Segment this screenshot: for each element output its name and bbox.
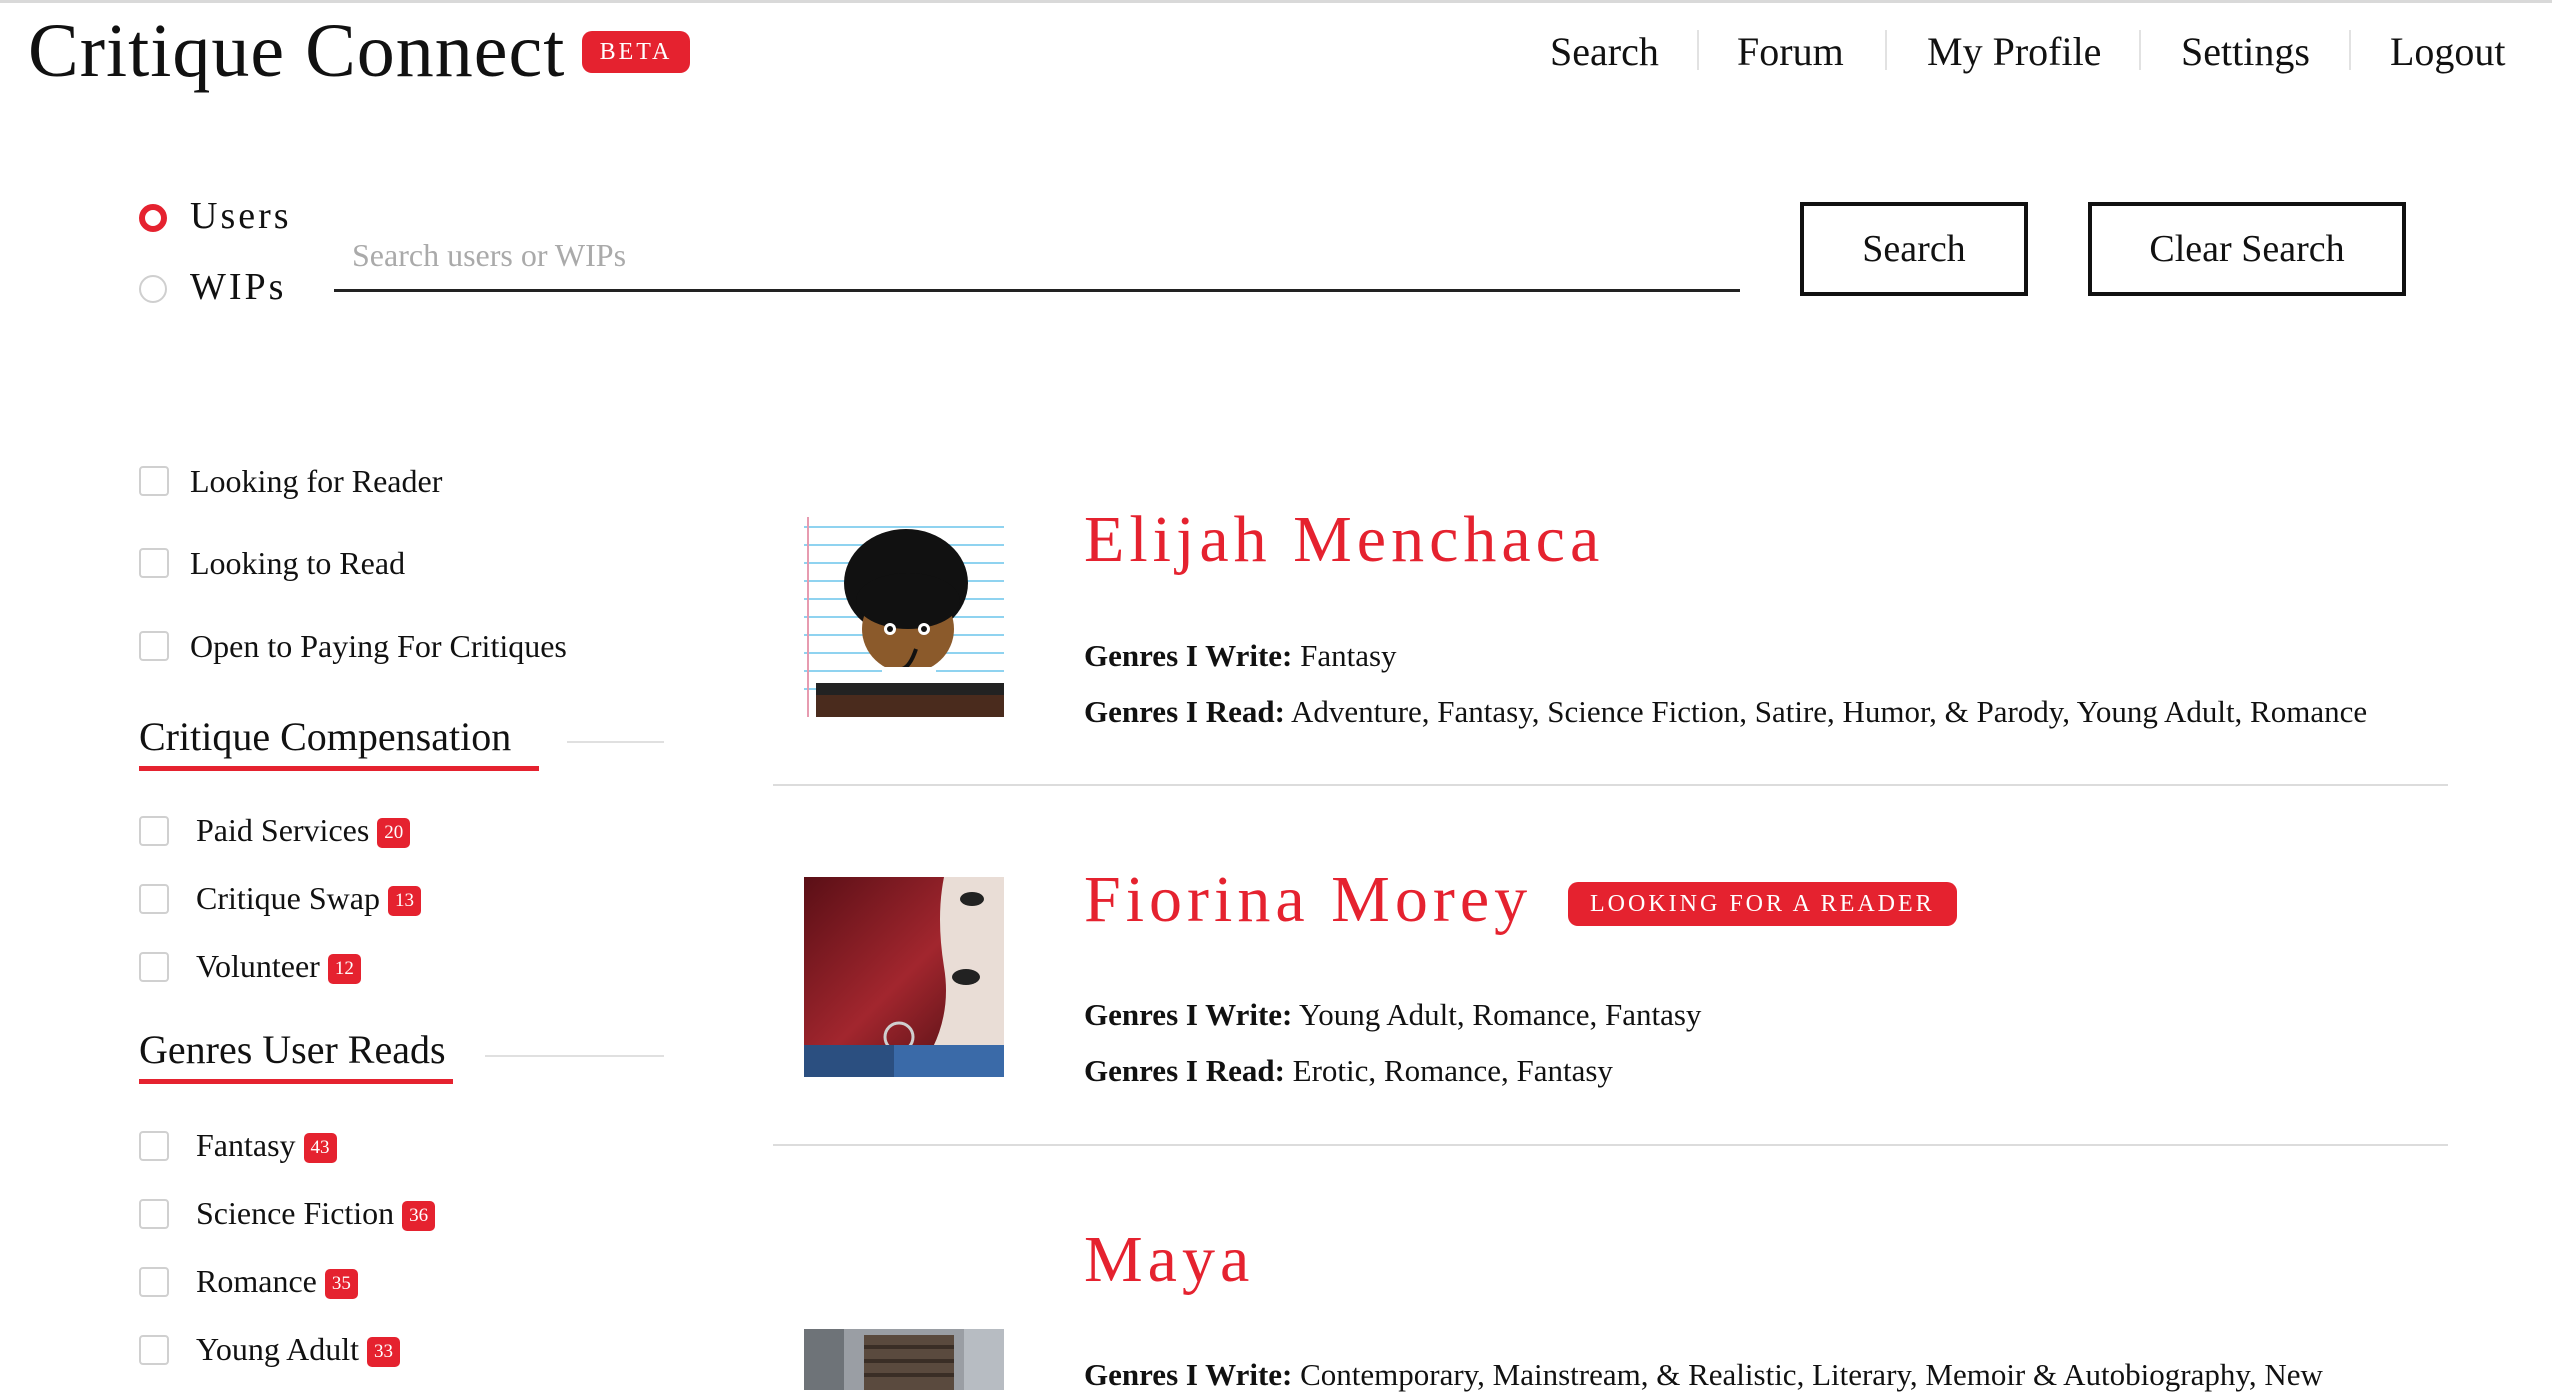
looking-for-reader-label[interactable]: Looking for Reader bbox=[190, 461, 442, 501]
paid-services-label[interactable]: Paid Services 20 bbox=[196, 810, 411, 850]
volunteer-label[interactable]: Volunteer 12 bbox=[196, 946, 361, 986]
genres-write: Genres I Write: Fantasy bbox=[1084, 638, 1397, 673]
genres-user-reads-heading: Genres User Reads bbox=[139, 1027, 446, 1072]
looking-for-reader-tag: LOOKING FOR A READER bbox=[1568, 882, 1957, 926]
nav-logout[interactable]: Logout bbox=[2390, 22, 2506, 82]
looking-to-read-label[interactable]: Looking to Read bbox=[190, 543, 405, 583]
heading-underline bbox=[139, 1079, 453, 1084]
app-title[interactable]: Critique Connect bbox=[28, 6, 565, 96]
result-divider bbox=[773, 1144, 2448, 1146]
users-radio[interactable] bbox=[139, 204, 167, 232]
avatar[interactable] bbox=[804, 1329, 1004, 1390]
user-name[interactable]: Fiorina Morey bbox=[1084, 860, 1532, 940]
romance-checkbox[interactable] bbox=[139, 1267, 169, 1297]
critique-swap-checkbox[interactable] bbox=[139, 884, 169, 914]
portrait-avatar-image bbox=[804, 877, 1004, 1077]
genres-write: Genres I Write: Young Adult, Romance, Fa… bbox=[1084, 997, 1702, 1032]
science-fiction-label[interactable]: Science Fiction 36 bbox=[196, 1193, 436, 1233]
young-adult-checkbox[interactable] bbox=[139, 1335, 169, 1365]
fantasy-label[interactable]: Fantasy 43 bbox=[196, 1125, 337, 1165]
top-border bbox=[0, 0, 2552, 3]
genres-read: Genres I Read: Adventure, Fantasy, Scien… bbox=[1084, 694, 2368, 729]
wips-radio[interactable] bbox=[139, 275, 167, 303]
result-divider bbox=[773, 784, 2448, 786]
romance-label[interactable]: Romance 35 bbox=[196, 1261, 358, 1301]
young-adult-label[interactable]: Young Adult 33 bbox=[196, 1329, 401, 1369]
nav-separator bbox=[1885, 30, 1887, 70]
nav-separator bbox=[1697, 30, 1699, 70]
beta-badge: BETA bbox=[582, 31, 690, 73]
looking-for-reader-checkbox[interactable] bbox=[139, 466, 169, 496]
search-button[interactable]: Search bbox=[1800, 202, 2028, 296]
heading-rule bbox=[567, 741, 664, 743]
critique-swap-label[interactable]: Critique Swap 13 bbox=[196, 878, 421, 918]
looking-to-read-checkbox[interactable] bbox=[139, 548, 169, 578]
count-badge: 12 bbox=[327, 954, 361, 984]
paid-services-checkbox[interactable] bbox=[139, 816, 169, 846]
wips-radio-label[interactable]: WIPs bbox=[190, 264, 286, 310]
photo-avatar-image bbox=[804, 1329, 1004, 1390]
user-name[interactable]: Maya bbox=[1084, 1220, 1254, 1300]
count-badge: 35 bbox=[324, 1269, 358, 1299]
heading-rule bbox=[485, 1055, 664, 1057]
cartoon-avatar-image bbox=[804, 517, 1004, 717]
open-to-paying-label[interactable]: Open to Paying For Critiques bbox=[190, 626, 567, 666]
count-badge: 13 bbox=[387, 886, 421, 916]
avatar[interactable] bbox=[804, 517, 1004, 717]
critique-compensation-heading: Critique Compensation bbox=[139, 714, 512, 759]
clear-search-button[interactable]: Clear Search bbox=[2088, 202, 2406, 296]
user-name[interactable]: Elijah Menchaca bbox=[1084, 500, 1604, 580]
open-to-paying-checkbox[interactable] bbox=[139, 631, 169, 661]
users-radio-label[interactable]: Users bbox=[190, 193, 292, 239]
nav-separator bbox=[2349, 30, 2351, 70]
science-fiction-checkbox[interactable] bbox=[139, 1199, 169, 1229]
fantasy-checkbox[interactable] bbox=[139, 1131, 169, 1161]
search-input[interactable] bbox=[334, 222, 1740, 292]
avatar[interactable] bbox=[804, 877, 1004, 1077]
nav-my-profile[interactable]: My Profile bbox=[1927, 22, 2101, 82]
nav-forum[interactable]: Forum bbox=[1737, 22, 1844, 82]
volunteer-checkbox[interactable] bbox=[139, 952, 169, 982]
heading-underline bbox=[139, 766, 539, 771]
count-badge: 20 bbox=[377, 818, 411, 848]
count-badge: 36 bbox=[402, 1201, 436, 1231]
nav-settings[interactable]: Settings bbox=[2181, 22, 2310, 82]
nav-search[interactable]: Search bbox=[1550, 22, 1659, 82]
genres-read: Genres I Read: Erotic, Romance, Fantasy bbox=[1084, 1053, 1613, 1088]
count-badge: 43 bbox=[303, 1133, 337, 1163]
nav-separator bbox=[2139, 30, 2141, 70]
count-badge: 33 bbox=[367, 1337, 401, 1367]
